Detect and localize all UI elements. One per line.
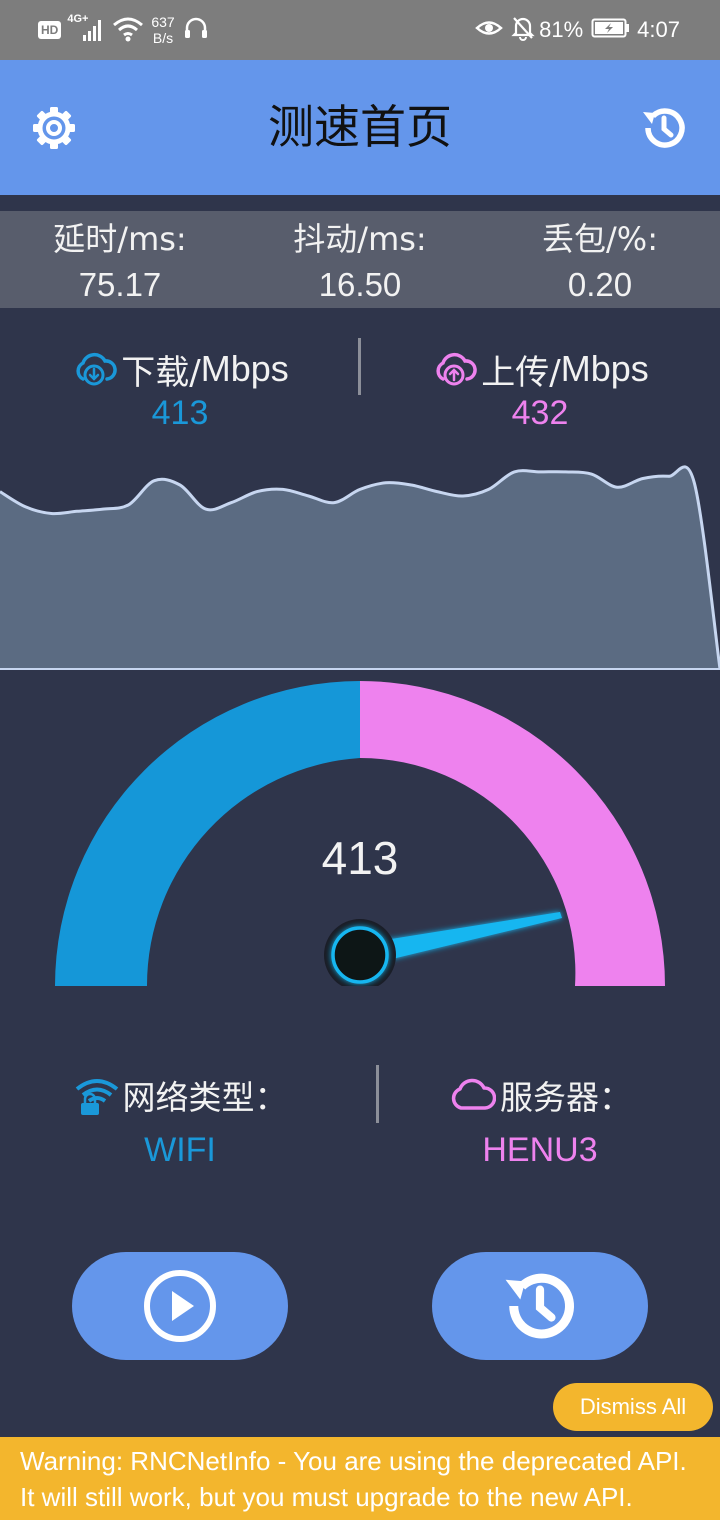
download-label: 下载/Mbps <box>0 340 360 398</box>
cloud-download-icon <box>76 352 117 386</box>
eye-icon <box>475 17 503 43</box>
network-type-value: WIFI <box>144 1131 216 1169</box>
network-type-label: 网络类型： <box>0 1065 360 1125</box>
dismiss-all-button[interactable]: Dismiss All <box>553 1383 713 1431</box>
warning-text: Warning: RNCNetInfo - You are using the … <box>20 1446 687 1512</box>
battery-percent: 81% <box>539 17 584 42</box>
stat-packet-loss: 丢包/%: 0.20 <box>542 220 658 303</box>
history-records-button[interactable] <box>432 1252 648 1360</box>
app-header: 测速首页 <box>0 60 720 195</box>
download-block: 下载/Mbps 413 <box>0 340 360 433</box>
status-right: 81% 4:07 <box>475 0 680 60</box>
wifi-icon <box>111 13 145 47</box>
cloud-icon <box>451 1078 496 1110</box>
headphones-icon <box>183 15 209 45</box>
network-type-block: 网络类型： WIFI <box>0 1065 360 1170</box>
gauge-download-arc <box>55 681 360 986</box>
download-value: 413 <box>151 394 209 432</box>
gear-icon <box>33 107 75 149</box>
speed-history-chart <box>0 465 720 670</box>
warning-banner[interactable]: Warning: RNCNetInfo - You are using the … <box>0 1437 720 1520</box>
stat-jitter: 抖动/ms: 16.50 <box>293 220 427 303</box>
server-value: HENU3 <box>482 1131 598 1169</box>
page-title: 测速首页 <box>268 100 452 154</box>
bell-muted-icon <box>511 15 535 45</box>
hd-badge: HD <box>38 21 62 39</box>
gauge-needle <box>385 912 562 960</box>
history-clock-icon <box>505 1273 575 1339</box>
upload-value: 432 <box>511 394 569 432</box>
speed-gauge: 413 <box>55 681 665 1002</box>
stat-latency: 延时/ms: 75.17 <box>53 220 187 303</box>
gauge-hub-clip <box>300 986 420 1002</box>
play-icon <box>144 1270 216 1342</box>
start-test-button[interactable] <box>72 1252 288 1360</box>
net-speed: 637 B/s <box>151 14 175 46</box>
signal-icon: 4G+ <box>67 13 107 45</box>
history-button[interactable] <box>636 100 692 156</box>
status-left: HD 4G+ 637 B/s <box>38 0 209 60</box>
server-label: 服务器： <box>360 1065 720 1125</box>
stats-panel: 延时/ms: 75.17 抖动/ms: 16.50 丢包/%: 0.20 <box>0 211 720 308</box>
cloud-upload-icon <box>436 352 477 386</box>
server-block: 服务器： HENU3 <box>360 1065 720 1170</box>
history-clock-icon <box>643 108 685 148</box>
upload-block: 上传/Mbps 432 <box>360 340 720 433</box>
clock-time: 4:07 <box>637 17 680 42</box>
settings-button[interactable] <box>26 100 82 156</box>
gauge-value: 413 <box>322 832 399 884</box>
chart-area-fill <box>0 466 720 669</box>
status-bar: HD 4G+ 637 B/s 81% 4:07 <box>0 0 720 60</box>
gauge-hub-ring <box>331 926 389 984</box>
battery-icon <box>591 17 631 43</box>
upload-label: 上传/Mbps <box>360 340 720 398</box>
wifi-lock-icon <box>75 1079 118 1115</box>
